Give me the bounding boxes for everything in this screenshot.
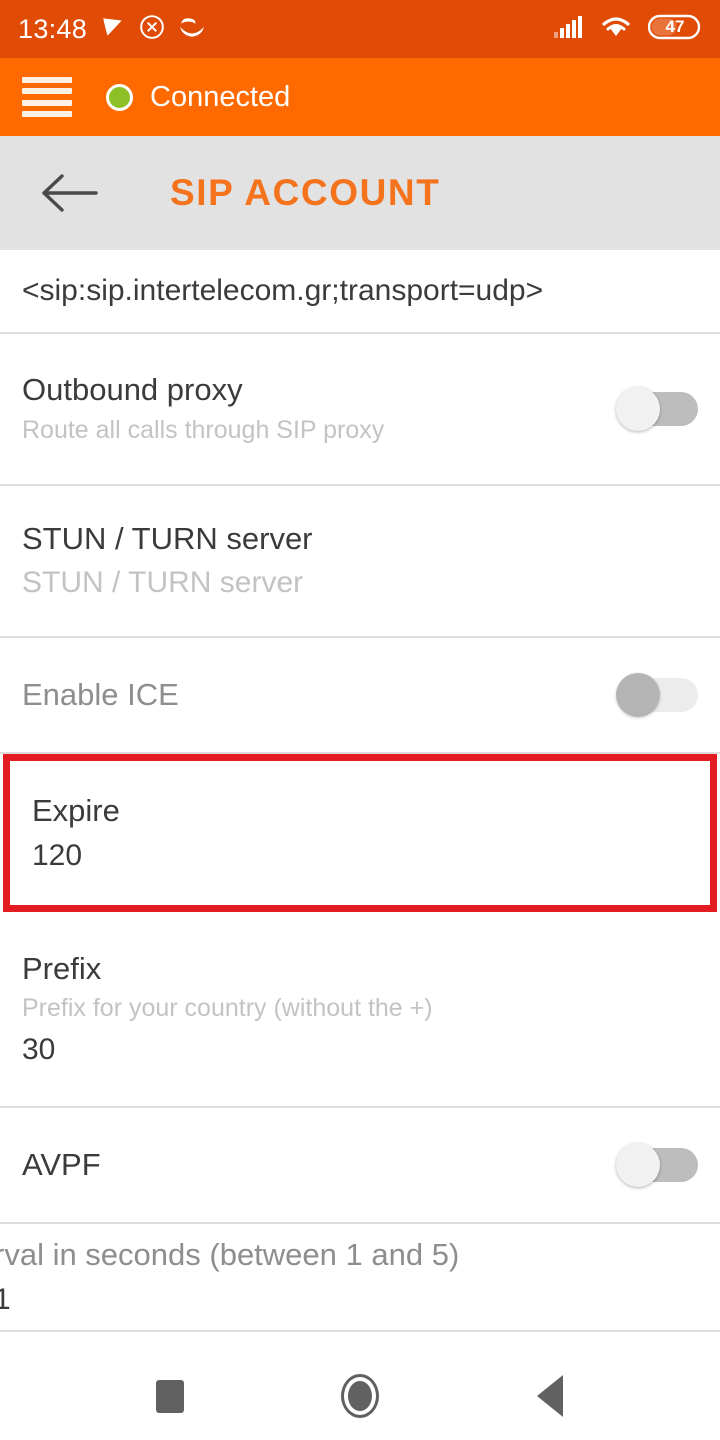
triangle-back-icon[interactable] bbox=[520, 1366, 580, 1426]
title-bar: SIP ACCOUNT bbox=[0, 136, 720, 250]
prefix-title: Prefix bbox=[22, 950, 102, 986]
app-bar: Connected bbox=[0, 58, 720, 136]
phone-screen: 13:48 47 Connected SIP ACCOUNT <sip:sip.… bbox=[0, 0, 720, 1440]
enable-ice-title: Enable ICE bbox=[22, 676, 179, 712]
avpf-toggle[interactable] bbox=[616, 1143, 698, 1187]
avpf-title: AVPF bbox=[22, 1146, 101, 1182]
smiley-icon bbox=[178, 14, 206, 45]
status-bar: 13:48 47 bbox=[0, 0, 720, 58]
list-item-stun-turn-server[interactable]: STUN / TURN server STUN / TURN server bbox=[0, 486, 720, 638]
back-arrow-icon[interactable] bbox=[38, 170, 100, 216]
square-recents-icon[interactable] bbox=[140, 1366, 200, 1426]
outbound-proxy-toggle[interactable] bbox=[616, 387, 698, 431]
status-bar-clock: 13:48 bbox=[18, 13, 88, 44]
toggle-knob bbox=[616, 387, 660, 431]
battery-icon: 47 bbox=[647, 13, 702, 46]
enable-ice-toggle[interactable] bbox=[616, 673, 698, 717]
list-item-outbound-proxy[interactable]: Outbound proxy Route all calls through S… bbox=[0, 334, 720, 486]
toggle-knob bbox=[616, 673, 660, 717]
expire-value: 120 bbox=[32, 838, 83, 872]
list-item-expire[interactable]: Expire 120 bbox=[3, 754, 717, 912]
list-item-avpf-interval[interactable]: rval in seconds (between 1 and 5) 1 bbox=[0, 1224, 720, 1332]
android-navigation-bar bbox=[0, 1352, 720, 1440]
connection-status: Connected bbox=[106, 81, 290, 114]
page-title: SIP ACCOUNT bbox=[170, 172, 441, 213]
toggle-knob bbox=[616, 1143, 660, 1187]
outbound-proxy-title: Outbound proxy bbox=[22, 372, 243, 408]
list-item-sip-uri[interactable]: <sip:sip.intertelecom.gr;transport=udp> bbox=[0, 250, 720, 334]
battery-percent-label: 47 bbox=[665, 16, 685, 36]
connection-status-label: Connected bbox=[150, 80, 291, 113]
status-bar-left: 13:48 bbox=[18, 14, 206, 45]
stun-turn-subtitle: STUN / TURN server bbox=[22, 565, 304, 599]
wifi-icon bbox=[600, 15, 632, 44]
avpf-interval-title: rval in seconds (between 1 and 5) bbox=[0, 1236, 460, 1272]
avpf-interval-value: 1 bbox=[0, 1282, 11, 1316]
prefix-subtitle: Prefix for your country (without the +) bbox=[22, 994, 433, 1023]
list-item-enable-ice[interactable]: Enable ICE bbox=[0, 638, 720, 754]
circle-home-icon[interactable] bbox=[330, 1366, 390, 1426]
prefix-value: 30 bbox=[22, 1032, 56, 1066]
settings-list: <sip:sip.intertelecom.gr;transport=udp> … bbox=[0, 250, 720, 1352]
status-bar-right: 47 bbox=[554, 13, 702, 46]
connection-status-dot bbox=[106, 83, 133, 111]
hamburger-menu-icon[interactable] bbox=[22, 77, 72, 117]
circle-x-icon bbox=[139, 14, 165, 45]
outbound-proxy-subtitle: Route all calls through SIP proxy bbox=[22, 416, 385, 445]
sip-uri-text: <sip:sip.intertelecom.gr;transport=udp> bbox=[22, 274, 544, 308]
notification-flag-icon bbox=[100, 14, 126, 45]
cellular-signal-icon bbox=[554, 15, 584, 44]
expire-title: Expire bbox=[32, 792, 120, 828]
list-item-avpf[interactable]: AVPF bbox=[0, 1108, 720, 1224]
stun-turn-title: STUN / TURN server bbox=[22, 521, 313, 557]
list-item-prefix[interactable]: Prefix Prefix for your country (without … bbox=[0, 912, 720, 1108]
